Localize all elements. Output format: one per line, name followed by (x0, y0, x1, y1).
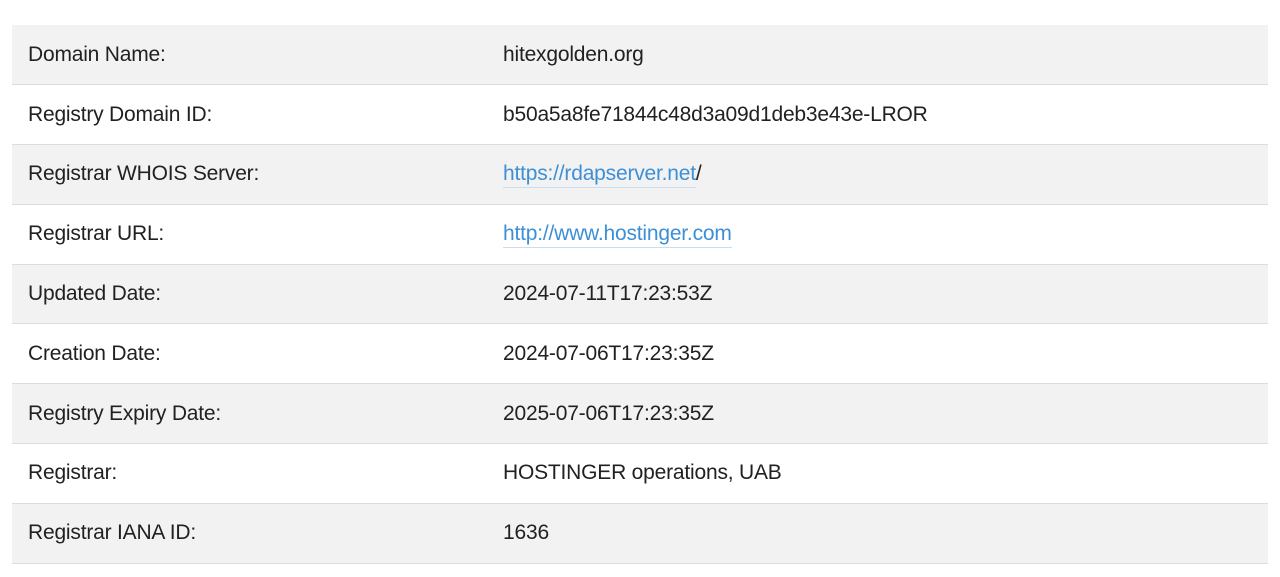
row-value: http://www.hostinger.com (503, 204, 1268, 264)
row-registry-domain-id: Registry Domain ID: b50a5a8fe71844c48d3a… (12, 85, 1268, 145)
row-value: 2024-07-06T17:23:35Z (503, 341, 714, 365)
row-value: https://rdapserver.net/ (503, 145, 1268, 205)
row-label: Registrar URL: (28, 222, 165, 246)
row-updated-date: Updated Date: 2024-07-11T17:23:53Z (12, 264, 1268, 324)
whois-server-link[interactable]: https://rdapserver.net (503, 162, 696, 189)
row-label: Domain Name: (28, 42, 166, 66)
row-domain-name: Domain Name: hitexgolden.org (12, 25, 1268, 85)
row-value: 2024-07-11T17:23:53Z (503, 282, 713, 306)
row-creation-date: Creation Date: 2024-07-06T17:23:35Z (12, 324, 1268, 384)
row-label: Registrar: (28, 461, 118, 485)
row-label: Registrar IANA ID: (28, 521, 196, 545)
row-value: b50a5a8fe71844c48d3a09d1deb3e43e-LROR (503, 102, 928, 126)
link-suffix: / (695, 162, 702, 186)
whois-table: Domain Name: hitexgolden.org Registry Do… (12, 25, 1268, 564)
row-registry-expiry-date: Registry Expiry Date: 2025-07-06T17:23:3… (12, 383, 1268, 444)
row-registrar-iana-id: Registrar IANA ID: 1636 (12, 503, 1268, 564)
row-registrar-whois-server: Registrar WHOIS Server: https://rdapserv… (12, 144, 1268, 205)
row-value: HOSTINGER operations, UAB (503, 461, 782, 485)
row-value: 2025-07-06T17:23:35Z (503, 401, 714, 425)
row-label: Registry Domain ID: (28, 102, 213, 126)
row-label: Creation Date: (28, 341, 161, 365)
row-label: Registry Expiry Date: (28, 401, 222, 425)
row-registrar-url: Registrar URL: http://www.hostinger.com (12, 204, 1268, 265)
row-value: hitexgolden.org (503, 42, 644, 66)
row-label: Updated Date: (28, 282, 161, 306)
row-label: Registrar WHOIS Server: (28, 162, 260, 186)
registrar-url-link[interactable]: http://www.hostinger.com (503, 222, 732, 249)
row-registrar: Registrar: HOSTINGER operations, UAB (12, 444, 1268, 504)
row-value: 1636 (503, 521, 549, 545)
